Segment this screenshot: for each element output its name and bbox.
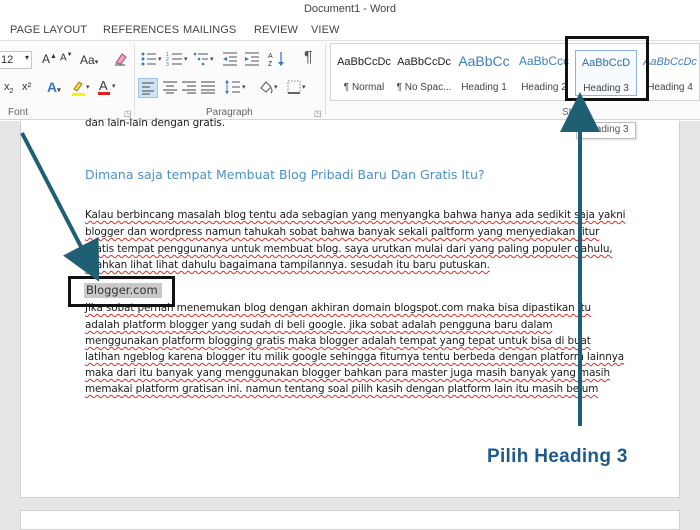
arrow-to-selection (20, 132, 100, 282)
annotation-caption: Pilih Heading 3 (487, 446, 628, 467)
